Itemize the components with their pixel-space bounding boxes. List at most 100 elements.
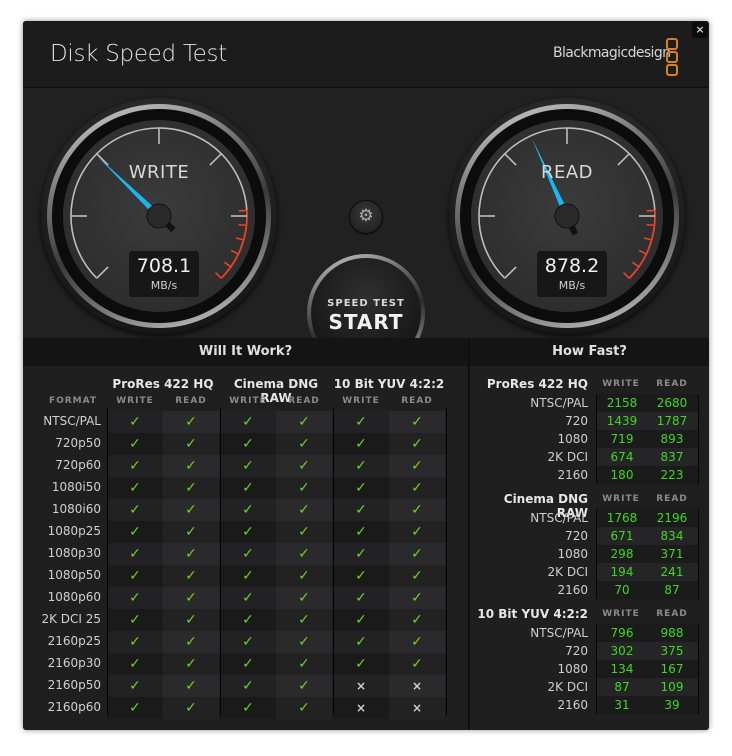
check-icon: ✓ (276, 543, 332, 565)
check-icon: ✓ (389, 521, 445, 543)
read-speed-cell: 988 (660, 626, 684, 640)
check-icon: ✓ (163, 433, 219, 455)
cross-icon: × (355, 679, 367, 693)
check-icon: ✓ (276, 499, 332, 521)
write-column-header: WRITE (116, 396, 154, 406)
check-icon: ✓ (389, 565, 445, 587)
write-speed-cell: 2158 (606, 396, 638, 410)
check-icon: ✓ (242, 568, 254, 584)
check-icon: ✓ (163, 499, 219, 521)
format-label: 1080 (557, 547, 588, 561)
gauge-hub (146, 203, 172, 229)
check-icon: ✓ (276, 587, 332, 609)
check-icon: ✓ (163, 675, 219, 697)
check-icon: ✓ (129, 700, 141, 716)
check-icon: ✓ (163, 521, 219, 543)
check-icon: ✓ (129, 502, 141, 518)
check-icon: ✓ (129, 678, 141, 694)
format-label: 1080p60 (47, 590, 101, 604)
gauge-panel: WRITE 708.1 MB/s ⚙ SPEED TEST START READ… (23, 87, 709, 372)
read-speed-cell: 167 (660, 662, 684, 676)
check-icon: ✓ (276, 653, 332, 675)
check-icon: ✓ (355, 502, 367, 518)
check-icon: ✓ (129, 458, 141, 474)
format-label: 720 (565, 529, 588, 543)
check-icon: ✓ (129, 524, 141, 540)
write-speed-cell: 671 (610, 529, 634, 543)
gauge-red-tick (230, 249, 239, 255)
write-speed-cell: 796 (610, 626, 634, 640)
read-speed-cell: 223 (660, 468, 684, 482)
read-column-header: READ (401, 396, 433, 406)
gear-icon: ⚙ (358, 206, 374, 226)
write-speed-cell: 134 (610, 662, 634, 676)
write-speed-cell: 194 (610, 565, 634, 579)
check-icon: ✓ (355, 590, 367, 606)
gauge-red-tick (638, 249, 647, 255)
read-speed-cell: 834 (660, 529, 684, 543)
write-gauge-label: WRITE (128, 162, 190, 183)
read-speed-cell: 2680 (656, 396, 688, 410)
format-label: 720p60 (55, 458, 101, 472)
check-icon: ✓ (355, 568, 367, 584)
gauge-red-tick (223, 261, 232, 268)
how-fast-title: How Fast? (470, 338, 709, 366)
check-icon: ✓ (276, 565, 332, 587)
check-icon: ✓ (129, 546, 141, 562)
read-speed-cell: 2196 (656, 511, 688, 525)
codec-header: 10 Bit YUV 4:2:2 (477, 607, 588, 621)
format-label: 2K DCI (547, 565, 588, 579)
format-label: 1080 (557, 662, 588, 676)
format-label: 1080i50 (51, 480, 101, 494)
check-icon: ✓ (276, 631, 332, 653)
codec-header: 10 Bit YUV 4:2:2 (333, 377, 445, 391)
write-column-header: WRITE (602, 379, 640, 389)
will-it-work-title: Will It Work? (23, 338, 468, 366)
read-speed-cell: 371 (660, 547, 684, 561)
write-speed-value: 708.1 (136, 255, 192, 277)
write-readout: 708.1 MB/s (129, 251, 199, 297)
check-icon: ✓ (242, 634, 254, 650)
format-label: 1080p25 (47, 524, 101, 538)
start-button-caption: SPEED TEST (327, 298, 405, 309)
check-icon: ✓ (355, 656, 367, 672)
check-icon: ✓ (389, 499, 445, 521)
will-it-work-panel: Will It Work? ProRes 422 HQ Cinema DNG R… (23, 338, 470, 730)
read-column-header: READ (656, 379, 688, 389)
check-icon: ✓ (242, 590, 254, 606)
check-icon: ✓ (276, 521, 332, 543)
title-bar: Disk Speed Test Blackmagicdesign (23, 21, 709, 87)
check-icon: ✓ (242, 480, 254, 496)
gauge-red-tick (631, 261, 640, 268)
format-label: 2K DCI (547, 450, 588, 464)
read-speed-cell: 837 (660, 450, 684, 464)
close-button[interactable]: × (692, 22, 708, 38)
check-icon: ✓ (129, 436, 141, 452)
write-speed-cell: 298 (610, 547, 634, 561)
read-speed-value: 878.2 (544, 255, 600, 277)
check-icon: ✓ (355, 524, 367, 540)
read-speed-cell: 39 (664, 698, 680, 712)
gauge-red-tick (235, 237, 244, 241)
brand-name: Blackmagicdesign (553, 45, 671, 61)
read-gauge-label: READ (540, 162, 594, 183)
format-label: 1080p30 (47, 546, 101, 560)
check-icon: ✓ (276, 455, 332, 477)
format-label: 2K DCI (547, 680, 588, 694)
check-icon: ✓ (389, 455, 445, 477)
check-icon: ✓ (242, 524, 254, 540)
write-speed-cell: 1439 (606, 414, 638, 428)
how-fast-panel: How Fast? ProRes 422 HQ WRITE READ NTSC/PAL… (470, 338, 709, 730)
settings-button[interactable]: ⚙ (350, 201, 382, 233)
format-label: 2160 (557, 583, 588, 597)
check-icon: ✓ (242, 546, 254, 562)
read-speed-cell: 1787 (656, 414, 688, 428)
check-icon: ✓ (389, 631, 445, 653)
read-gauge-dial (478, 127, 656, 279)
check-icon: ✓ (355, 480, 367, 496)
check-icon: ✓ (389, 433, 445, 455)
cross-icon: × (355, 701, 367, 715)
write-speed-cell: 70 (614, 583, 630, 597)
gauge-red-tick (643, 237, 652, 241)
read-column-header: READ (656, 494, 688, 504)
